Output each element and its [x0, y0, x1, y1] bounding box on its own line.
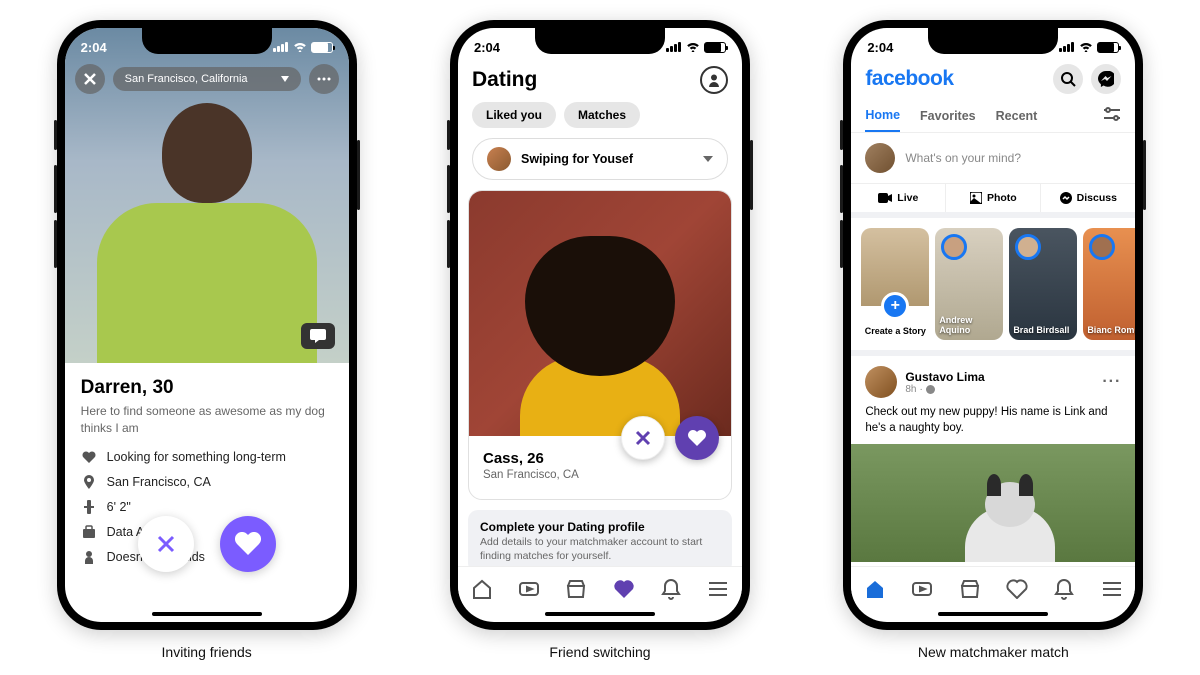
tab-dating-icon[interactable]	[1005, 577, 1029, 601]
profile-icon[interactable]	[700, 66, 728, 94]
tab-notifications-icon[interactable]	[1052, 577, 1076, 601]
close-icon[interactable]	[75, 64, 105, 94]
briefcase-icon	[81, 524, 97, 540]
feed-post: Gustavo Lima 8h · ··· Check out my new p…	[851, 356, 1135, 562]
tab-video-icon[interactable]	[517, 577, 541, 601]
post-author[interactable]: Gustavo Lima	[905, 370, 984, 384]
plus-icon: +	[881, 292, 909, 320]
tab-favorites[interactable]: Favorites	[920, 101, 976, 131]
composer[interactable]: What's on your mind?	[851, 133, 1135, 184]
story-label: Andrew Aquino	[939, 316, 999, 336]
story-label: Brad Birdsall	[1013, 326, 1073, 336]
phone-frame: 2:04 San Francisco, California	[57, 20, 357, 630]
tab-home-icon[interactable]	[863, 577, 887, 601]
swiping-for-selector[interactable]: Swiping for Yousef	[472, 138, 728, 180]
chat-icon[interactable]	[301, 323, 335, 349]
messenger-icon	[1060, 192, 1072, 204]
tab-video-icon[interactable]	[910, 577, 934, 601]
page-title: Dating	[472, 68, 537, 92]
chevron-down-icon	[703, 156, 713, 162]
photo-icon	[970, 192, 982, 204]
post-image[interactable]	[851, 444, 1135, 562]
tab-matches[interactable]: Matches	[564, 102, 640, 128]
tab-menu-icon[interactable]	[706, 577, 730, 601]
pin-icon	[81, 474, 97, 490]
status-icons	[1059, 42, 1119, 53]
location-text: San Francisco, California	[125, 73, 248, 85]
tab-recent[interactable]: Recent	[996, 101, 1038, 131]
like-button[interactable]	[675, 416, 719, 460]
story-label: Bianc Romu	[1087, 326, 1135, 336]
status-time: 2:04	[474, 40, 500, 55]
create-story-button[interactable]: + Create a Story	[861, 228, 929, 340]
location-selector[interactable]: San Francisco, California	[113, 67, 301, 91]
profile-card[interactable]: Cass, 26 San Francisco, CA	[468, 190, 732, 500]
search-icon[interactable]	[1053, 64, 1083, 94]
tab-home[interactable]: Home	[865, 100, 900, 132]
like-button[interactable]	[220, 516, 276, 572]
swiping-for-text: Swiping for Yousef	[521, 152, 693, 166]
banner-title: Complete your Dating profile	[480, 520, 720, 534]
status-icons	[273, 42, 333, 53]
post-more-icon[interactable]: ···	[1102, 373, 1121, 391]
phone-frame: 2:04 Dating Liked you Matches Swiping fo…	[450, 20, 750, 630]
profile-location: San Francisco, CA	[483, 469, 717, 481]
detail-row: 6' 2"	[81, 499, 333, 515]
status-icons	[666, 42, 726, 53]
complete-profile-banner[interactable]: Complete your Dating profile Add details…	[468, 510, 732, 573]
messenger-icon[interactable]	[1091, 64, 1121, 94]
tab-marketplace-icon[interactable]	[958, 577, 982, 601]
story-item[interactable]: Bianc Romu	[1083, 228, 1135, 340]
phone-frame: 2:04 facebook Home Favorites Recent What…	[843, 20, 1143, 630]
profile-bio: Here to find someone as awesome as my do…	[81, 403, 333, 437]
story-label: Create a Story	[861, 326, 929, 336]
more-icon[interactable]	[309, 64, 339, 94]
story-item[interactable]: Andrew Aquino	[935, 228, 1003, 340]
profile-name: Darren, 30	[81, 377, 333, 399]
heart-icon	[81, 449, 97, 465]
discuss-button[interactable]: Discuss	[1041, 184, 1135, 212]
tab-marketplace-icon[interactable]	[564, 577, 588, 601]
avatar	[865, 143, 895, 173]
tab-dating-icon[interactable]	[612, 577, 636, 601]
status-time: 2:04	[81, 40, 107, 55]
pass-button[interactable]	[138, 516, 194, 572]
tab-home-icon[interactable]	[470, 577, 494, 601]
filter-icon[interactable]	[1103, 107, 1121, 126]
post-time: 8h ·	[905, 384, 984, 395]
tab-notifications-icon[interactable]	[659, 577, 683, 601]
profile-photo	[469, 191, 731, 436]
pass-button[interactable]	[621, 416, 665, 460]
detail-text: 6' 2"	[107, 500, 131, 514]
chevron-down-icon	[281, 76, 289, 82]
caption: New matchmaker match	[918, 644, 1069, 660]
video-icon	[878, 193, 892, 203]
detail-row: Looking for something long-term	[81, 449, 333, 465]
banner-text: Add details to your matchmaker account t…	[480, 536, 720, 563]
tab-menu-icon[interactable]	[1100, 577, 1124, 601]
composer-input[interactable]: What's on your mind?	[905, 151, 1121, 165]
status-time: 2:04	[867, 40, 893, 55]
globe-icon	[926, 385, 935, 394]
height-icon	[81, 499, 97, 515]
photo-button[interactable]: Photo	[946, 184, 1041, 212]
baby-icon	[81, 549, 97, 565]
story-item[interactable]: Brad Birdsall	[1009, 228, 1077, 340]
post-text: Check out my new puppy! His name is Link…	[865, 404, 1121, 436]
tab-liked-you[interactable]: Liked you	[472, 102, 556, 128]
avatar	[487, 147, 511, 171]
detail-text: San Francisco, CA	[107, 475, 211, 489]
detail-text: Looking for something long-term	[107, 450, 286, 464]
caption: Inviting friends	[162, 644, 252, 660]
detail-row: San Francisco, CA	[81, 474, 333, 490]
avatar[interactable]	[865, 366, 897, 398]
caption: Friend switching	[549, 644, 650, 660]
live-button[interactable]: Live	[851, 184, 946, 212]
facebook-logo[interactable]: facebook	[865, 67, 953, 91]
